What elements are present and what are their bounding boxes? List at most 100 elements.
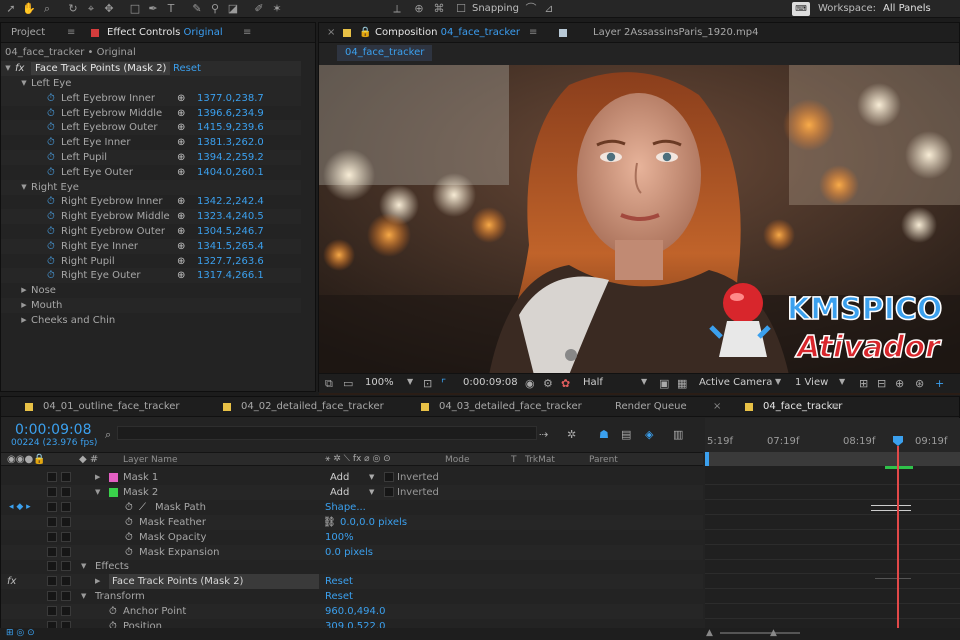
inverted-checkbox[interactable] — [384, 472, 394, 482]
fx-icon[interactable]: fx — [7, 574, 16, 589]
row-value[interactable]: Shape... — [325, 500, 366, 515]
zoom-out-icon[interactable]: ▲ — [706, 628, 713, 638]
lock-toggle[interactable] — [61, 576, 71, 587]
mask-color-swatch[interactable] — [109, 487, 118, 497]
tab-timeline-3[interactable]: Render Queue — [615, 397, 687, 417]
stopwatch-icon[interactable]: ⏱ — [47, 120, 55, 135]
expand-triangle-icon[interactable]: ▼ — [3, 61, 13, 76]
timeline-row[interactable]: ⏱ Mask Expansion 0.0 pixels — [1, 544, 703, 560]
snap-options-icon[interactable]: ⊿ — [542, 2, 556, 16]
crosshair-icon[interactable]: ⊕ — [177, 239, 185, 254]
timeline-row[interactable]: ◂ ◆ ▸ ⏱ ⟋ Mask Path Shape... — [1, 500, 703, 515]
collapsed-group-row[interactable]: ▶ Mouth — [1, 298, 301, 313]
always-preview-icon[interactable]: ⧉ — [325, 377, 333, 391]
mask-mode-select[interactable]: Add — [330, 470, 349, 485]
solo-toggle[interactable] — [47, 591, 57, 602]
timeline-icon[interactable]: ⊟ — [877, 377, 886, 390]
world-axis-icon[interactable]: ⊕ — [412, 2, 426, 16]
property-row[interactable]: ⏱ Right Eye Outer ⊕ 1317.4,266.1 — [1, 268, 301, 284]
exposure-icon[interactable]: + — [935, 377, 944, 390]
property-row[interactable]: ⏱ Left Eyebrow Inner ⊕ 1377.0,238.7 — [1, 90, 301, 106]
channel-icon[interactable]: ✿ — [561, 377, 570, 390]
fast-preview-icon[interactable]: ▣ — [659, 377, 669, 390]
effect-keyframes[interactable] — [875, 578, 911, 582]
crosshair-icon[interactable]: ⊕ — [177, 268, 185, 283]
timeline-row[interactable]: ⏱ Anchor Point 960.0,494.0 — [1, 604, 703, 620]
crosshair-icon[interactable]: ⊕ — [177, 194, 185, 209]
roto-brush-tool-icon[interactable]: ✐ — [252, 2, 266, 16]
stopwatch-icon[interactable]: ⏱ — [47, 268, 55, 283]
mask-path-keyframes[interactable] — [871, 505, 911, 511]
property-value[interactable]: 1415.9,239.6 — [197, 120, 264, 135]
hand-tool-icon[interactable]: ✋ — [22, 2, 36, 16]
property-row[interactable]: ⏱ Right Eyebrow Outer ⊕ 1304.5,246.7 — [1, 224, 301, 239]
row-value[interactable]: 0.0,0.0 pixels — [340, 515, 407, 530]
timeline-row[interactable]: fx ▶ Face Track Points (Mask 2) Reset — [1, 574, 703, 590]
column-t[interactable]: T — [511, 455, 517, 465]
property-value[interactable]: 1304.5,246.7 — [197, 224, 264, 239]
tab-layer[interactable]: Layer 2AssassinsParis_1920.mp4 — [593, 23, 758, 43]
property-row[interactable]: ⏱ Left Pupil ⊕ 1394.2,259.2 — [1, 150, 301, 165]
close-icon[interactable]: × — [713, 397, 721, 417]
stopwatch-icon[interactable]: ⏱ — [47, 224, 55, 239]
lock-toggle[interactable] — [61, 486, 71, 497]
fx-icon[interactable]: fx — [15, 61, 24, 76]
tab-effect-controls[interactable]: Effect Controls Original — [107, 23, 223, 43]
expand-triangle-icon[interactable]: ▼ — [95, 485, 100, 500]
crosshair-icon[interactable]: ⊕ — [177, 150, 185, 165]
property-row[interactable]: ⏱ Right Eyebrow Inner ⊕ 1342.2,242.4 — [1, 194, 301, 209]
hide-shy-layers-icon[interactable]: ☗ — [599, 428, 609, 441]
stopwatch-icon[interactable]: ⏱ — [47, 135, 55, 150]
tab-timeline-1[interactable]: 04_02_detailed_face_tracker — [241, 397, 384, 417]
av-features-icon[interactable]: ◉◉●🔒 — [7, 454, 46, 465]
group-right-eye[interactable]: ▼ Right Eye — [1, 179, 301, 195]
show-snapshot-icon[interactable]: ⚙ — [543, 377, 553, 390]
lock-toggle[interactable] — [61, 531, 71, 542]
graph-icon[interactable]: ⟋ — [139, 500, 146, 515]
solo-toggle[interactable] — [47, 472, 57, 482]
solo-toggle[interactable] — [47, 606, 57, 617]
mask-color-swatch[interactable] — [109, 473, 118, 482]
clone-stamp-tool-icon[interactable]: ⚲ — [208, 2, 222, 16]
work-area-bar[interactable] — [705, 452, 960, 466]
keyboard-shortcuts-icon[interactable]: ⌨ — [792, 2, 810, 16]
collapse-triangle-icon[interactable]: ▶ — [19, 283, 29, 298]
crosshair-icon[interactable]: ⊕ — [177, 106, 185, 121]
frame-blending-icon[interactable]: ▤ — [621, 428, 631, 441]
group-left-eye[interactable]: ▼ Left Eye — [1, 76, 301, 91]
column-parent[interactable]: Parent — [589, 455, 618, 465]
timeline-row[interactable]: ▶ Mask 1 Add ▼ Inverted — [1, 470, 703, 485]
lock-toggle[interactable] — [61, 591, 71, 602]
timeline-row[interactable]: ▼ Transform Reset — [1, 589, 703, 604]
layer-duration-bar[interactable] — [885, 466, 913, 469]
stopwatch-icon[interactable]: ⏱ — [47, 239, 55, 254]
expand-triangle-icon[interactable]: ▼ — [81, 559, 86, 574]
property-value[interactable]: 1323.4,240.5 — [197, 209, 264, 224]
panel-menu-icon[interactable]: ≡ — [67, 23, 75, 43]
stopwatch-icon[interactable]: ⏱ — [47, 91, 55, 106]
switches-column-icon[interactable]: ⚹ ✲ ⟍ fx ⌀ ◎ ⊙ — [325, 454, 391, 464]
crosshair-icon[interactable]: ⊕ — [177, 91, 185, 106]
property-row[interactable]: ⏱ Left Eye Outer ⊕ 1404.0,260.1 — [1, 165, 301, 180]
selection-tool-icon[interactable]: ➚ — [4, 2, 18, 16]
lock-toggle[interactable] — [61, 516, 71, 527]
rotate-tool-icon[interactable]: ↻ — [66, 2, 80, 16]
monitor-icon[interactable]: ▭ — [343, 377, 353, 390]
graph-editor-icon[interactable]: ▥ — [673, 428, 683, 441]
transparency-grid-icon[interactable]: ▦ — [677, 377, 687, 390]
toggle-switches-icon[interactable]: ⊞ ◎ ⊙ — [6, 628, 35, 638]
timeline-row[interactable]: ▼ Mask 2 Add ▼ Inverted — [1, 484, 703, 500]
resolution-select[interactable]: Half — [583, 377, 603, 388]
column-layer-name[interactable]: Layer Name — [123, 455, 178, 465]
crosshair-icon[interactable]: ⊕ — [177, 209, 185, 224]
solo-toggle[interactable] — [47, 546, 57, 557]
workspace-select[interactable]: All Panels — [883, 3, 931, 14]
view-axis-icon[interactable]: ⌘ — [432, 2, 446, 16]
inverted-checkbox[interactable] — [384, 486, 394, 497]
property-row[interactable]: ⏱ Right Pupil ⊕ 1327.7,263.6 — [1, 254, 301, 269]
snap-icon[interactable]: ⌒ — [524, 2, 538, 16]
expand-triangle-icon[interactable]: ▶ — [95, 470, 100, 485]
reset-link[interactable]: Reset — [173, 61, 201, 76]
tab-timeline-0[interactable]: 04_01_outline_face_tracker — [43, 397, 180, 417]
reset-exposure-icon[interactable]: ⊛ — [915, 377, 924, 390]
